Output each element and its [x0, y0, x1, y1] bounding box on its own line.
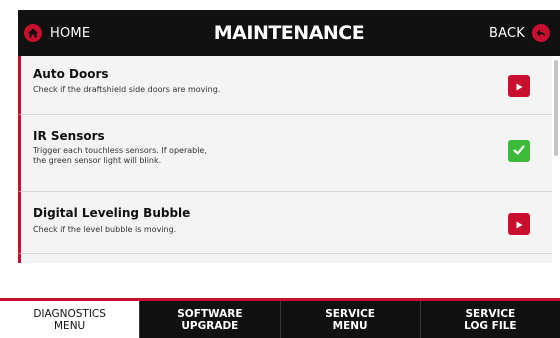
tab-software-upgrade[interactable]: SOFTWARE UPGRADE: [139, 301, 280, 338]
bottom-tab-bar: DIAGNOSTICS MENU SOFTWARE UPGRADE SERVIC…: [0, 301, 560, 338]
tab-diagnostics-menu[interactable]: DIAGNOSTICS MENU: [0, 301, 140, 338]
play-button[interactable]: [508, 213, 530, 235]
play-button[interactable]: [508, 75, 530, 97]
item-description: Check if the draftshield side doors are …: [33, 85, 221, 94]
play-icon: [514, 77, 524, 96]
top-bar: HOME MAINTENANCE BACK: [18, 10, 560, 56]
item-description: Trigger each touchless sensors. If opera…: [33, 146, 207, 165]
item-title: IR Sensors: [33, 129, 105, 143]
list-item-auto-doors[interactable]: Auto Doors Check if the draftshield side…: [18, 56, 552, 115]
item-title: Digital Leveling Bubble: [33, 206, 191, 220]
tab-service-menu[interactable]: SERVICE MENU: [279, 301, 420, 338]
scrollbar[interactable]: [554, 60, 558, 156]
maintenance-list[interactable]: Auto Doors Check if the draftshield side…: [18, 56, 552, 263]
item-description: Check if the level bubble is moving.: [33, 225, 177, 234]
check-icon: [512, 142, 526, 161]
back-button[interactable]: BACK: [489, 10, 550, 56]
list-item-ir-sensors[interactable]: IR Sensors Trigger each touchless sensor…: [18, 115, 552, 192]
back-arrow-icon: [532, 24, 550, 42]
back-label: BACK: [489, 25, 525, 41]
list-item-partial: [18, 254, 552, 263]
list-item-digital-leveling-bubble[interactable]: Digital Leveling Bubble Check if the lev…: [18, 192, 552, 254]
page-title: MAINTENANCE: [213, 22, 365, 44]
item-title: Auto Doors: [33, 67, 109, 81]
tab-service-log-file[interactable]: SERVICE LOG FILE: [419, 301, 560, 338]
play-icon: [514, 215, 524, 234]
check-button[interactable]: [508, 140, 530, 162]
